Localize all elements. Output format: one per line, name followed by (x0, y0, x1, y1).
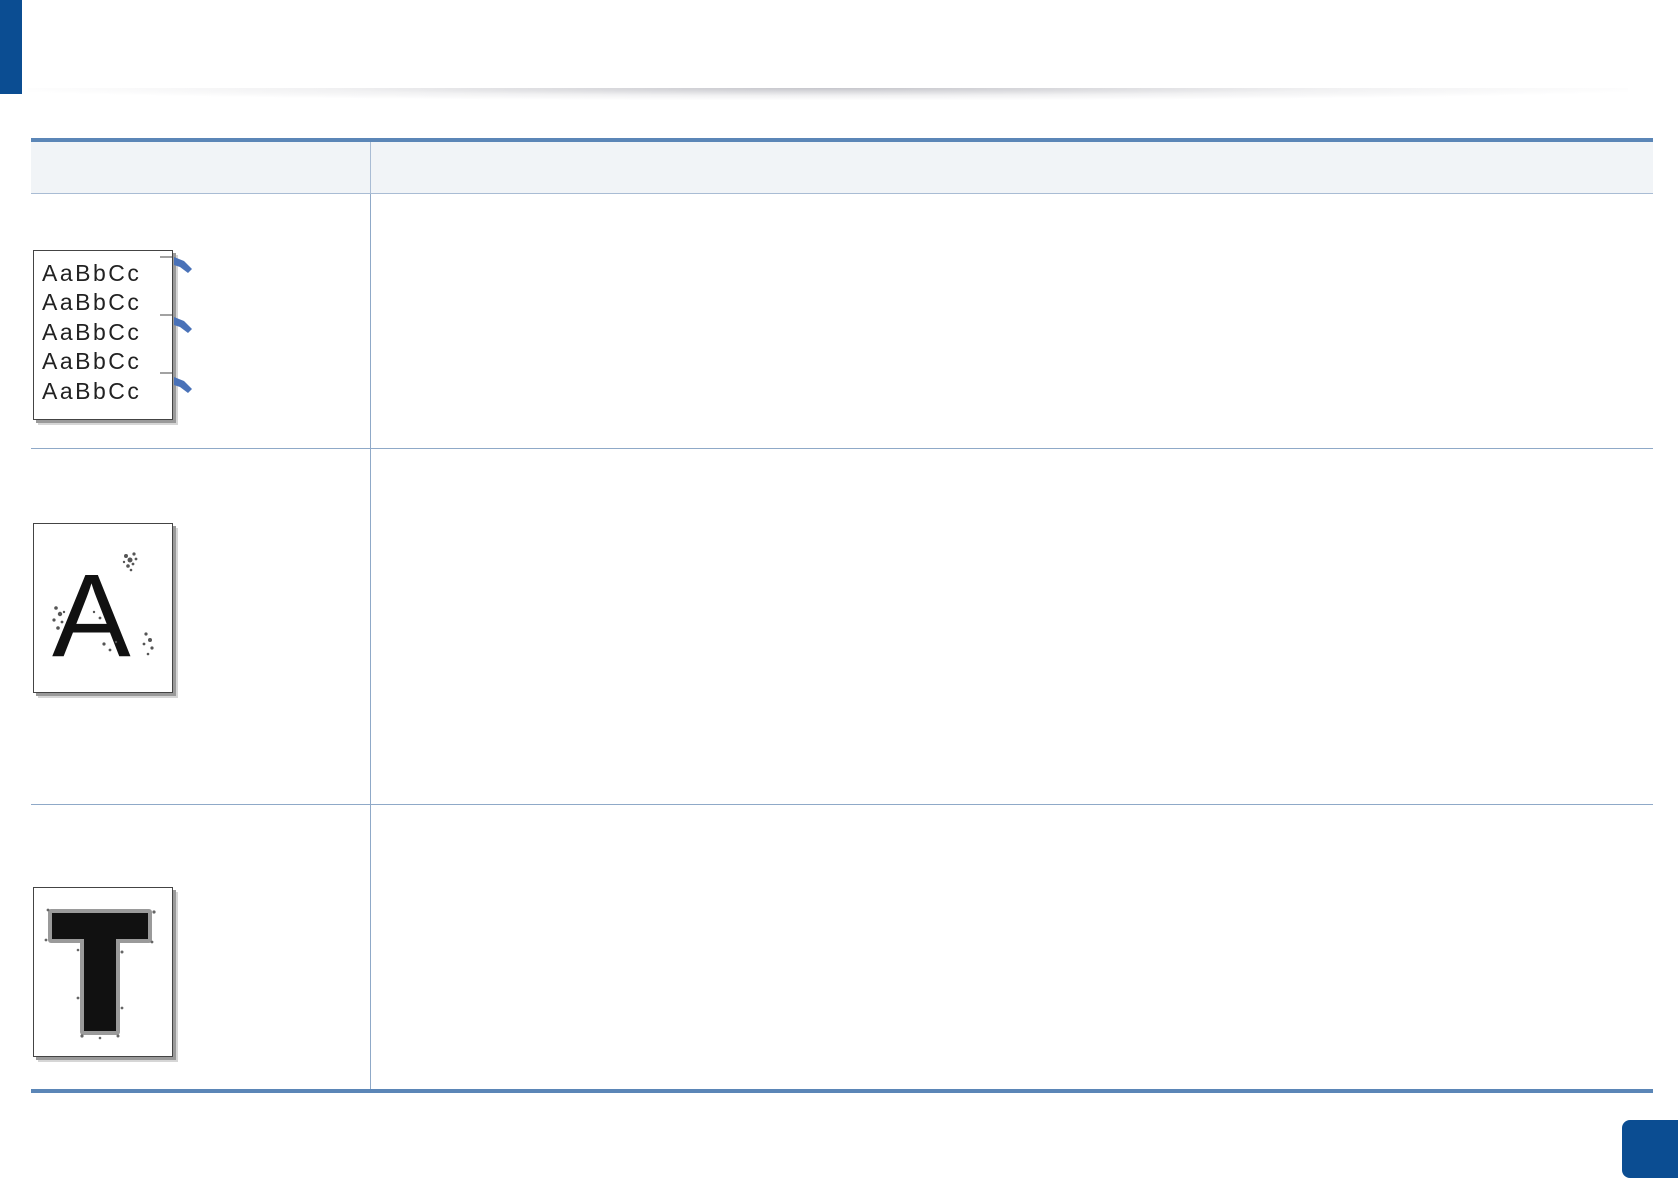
chapter-tab (0, 0, 22, 94)
description-cell (370, 193, 1653, 449)
arrow-icon (174, 257, 192, 393)
page-number-badge (1622, 1120, 1678, 1178)
defect-table: AaBbCc AaBbCc AaBbCc AaBbCc AaBbCc A (31, 138, 1653, 1093)
sample-cell: T (31, 804, 371, 1093)
table-row: AaBbCc AaBbCc AaBbCc AaBbCc AaBbCc (31, 193, 1653, 449)
sample-line: AaBbCc (42, 348, 141, 374)
repeated-text-defect-icon: AaBbCc AaBbCc AaBbCc AaBbCc AaBbCc (33, 250, 192, 420)
table-header-cell-condition (31, 138, 371, 194)
sample-cell: AaBbCc AaBbCc AaBbCc AaBbCc AaBbCc (31, 193, 371, 449)
sample-line: AaBbCc (42, 319, 141, 345)
description-cell (370, 804, 1653, 1093)
table-header-cell-solution (370, 138, 1653, 194)
sample-cell: A (31, 448, 371, 805)
sample-line: AaBbCc (42, 289, 141, 315)
sample-line: AaBbCc (42, 260, 141, 286)
sample-glyph-shape (52, 913, 148, 1031)
background-scatter-defect-icon: A (33, 522, 173, 693)
sample-line: AaBbCc (42, 378, 141, 404)
table-row: A (31, 448, 1653, 805)
description-cell (370, 448, 1653, 805)
table-row: T (31, 804, 1653, 1093)
sample-glyph: A (52, 550, 131, 682)
header-divider (28, 88, 1628, 100)
toner-particles-defect-icon: T (33, 887, 173, 1057)
table-header-row (31, 138, 1653, 194)
